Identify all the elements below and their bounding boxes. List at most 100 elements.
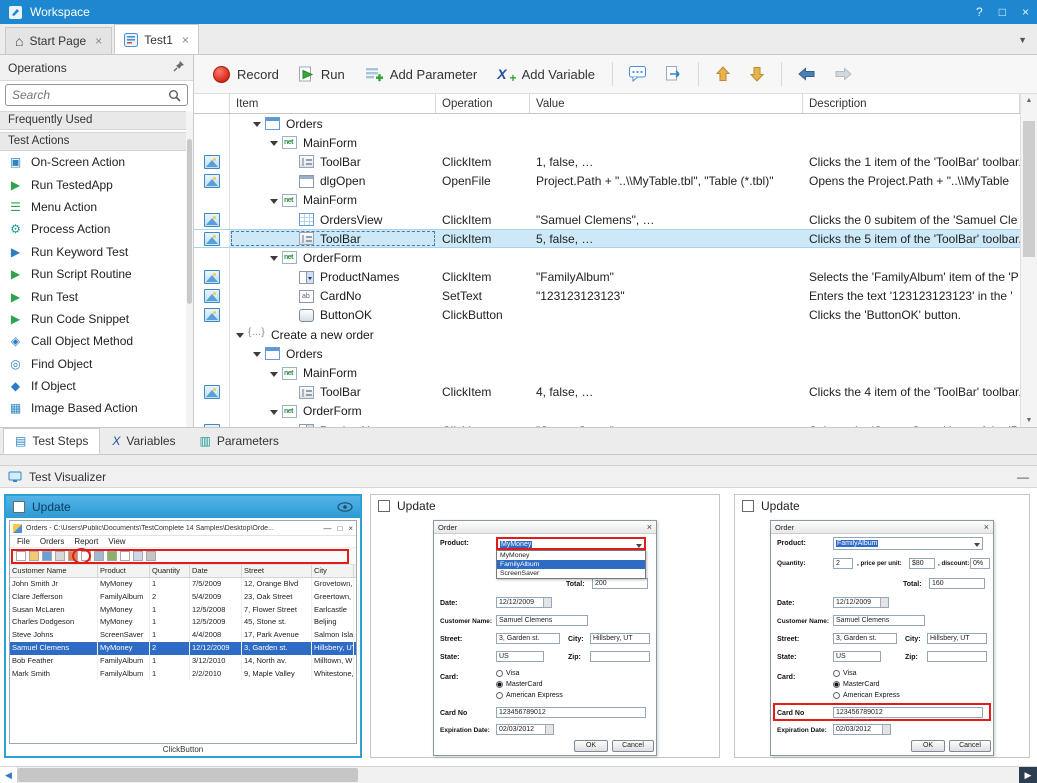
sidebar-item-run-keyword-test[interactable]: ▶Run Keyword Test [0,241,193,263]
close-tab-icon[interactable]: × [182,33,189,47]
test-step-row[interactable]: MainForm [194,133,1020,152]
search-input[interactable] [12,88,168,102]
expand-arrow-icon[interactable] [251,117,265,130]
help-icon[interactable]: ? [976,5,983,19]
sidebar-item-on-screen-action[interactable]: ▣On-Screen Action [0,151,193,173]
scroll-left-icon[interactable]: ◀ [0,767,18,783]
scrollbar-thumb[interactable] [18,768,358,782]
scroll-right-icon[interactable]: ▶ [1019,767,1037,783]
visualizer-frame-order-dialog-2[interactable]: Update Order×Product:FamilyAlbumQuantity… [734,494,1030,758]
expand-arrow-icon[interactable] [234,328,248,341]
sidebar-item-menu-action[interactable]: ☰Menu Action [0,196,193,218]
order-dialog-thumbnail-area[interactable]: Order×Product:MyMoneyMyMoneyFamilyAlbumS… [371,517,719,757]
visualizer-image-icon[interactable] [204,270,220,284]
sidebar-item-run-test[interactable]: ▶Run Test [0,285,193,307]
test-step-row[interactable]: Orders [194,114,1020,133]
orders-app-thumbnail[interactable]: Orders - C:\Users\Public\Documents\TestC… [9,520,357,744]
mini-menu-file[interactable]: File [12,536,35,547]
expand-arrow-icon[interactable] [268,194,282,207]
sidebar-scrollbar[interactable] [186,111,193,427]
pin-icon[interactable] [173,60,185,75]
restore-icon[interactable]: □ [999,5,1006,19]
test-step-row[interactable]: ProductNamesClickItem"ScreenSaver"Select… [194,421,1020,427]
group-frequently-used[interactable]: Frequently Used [0,111,193,130]
move-up-button[interactable] [709,62,737,86]
mini-menu-report[interactable]: Report [69,536,103,547]
tab-test1[interactable]: Test1 × [114,24,199,54]
mini-menu-view[interactable]: View [103,536,130,547]
bottom-tab-parameters[interactable]: ▥Parameters [188,428,291,454]
visualizer-image-icon[interactable] [204,155,220,169]
scroll-down-icon[interactable]: ▼ [1021,417,1037,424]
sidebar-item-run-script-routine[interactable]: ▶Run Script Routine [0,263,193,285]
scrollbar-thumb[interactable] [187,139,192,303]
close-icon[interactable]: × [1022,5,1029,19]
tab-start-page[interactable]: ⌂ Start Page × [5,27,112,54]
expand-arrow-icon[interactable] [268,405,282,418]
mini-menu-orders[interactable]: Orders [35,536,69,547]
panel-splitter[interactable] [0,455,1037,466]
export-step-button[interactable] [660,62,688,86]
column-header-value[interactable]: Value [530,94,803,113]
comment-button[interactable] [623,62,654,86]
visualizer-image-icon[interactable] [204,174,220,188]
add-variable-button[interactable]: X Add Variable [490,62,602,86]
test-step-row[interactable]: ToolBarClickItem5, false, …Clicks the 5 … [194,229,1020,248]
test-step-row[interactable]: ToolBarClickItem4, false, …Clicks the 4 … [194,383,1020,402]
sidebar-item-image-based-action[interactable]: ▦Image Based Action [0,397,193,419]
sidebar-item-call-object-method[interactable]: ◈Call Object Method [0,330,193,352]
test-step-row[interactable]: ButtonOKClickButtonClicks the 'ButtonOK'… [194,306,1020,325]
test-step-row[interactable]: OrderForm [194,402,1020,421]
expand-arrow-icon[interactable] [268,251,282,264]
scrollbar-thumb[interactable] [1023,121,1035,257]
eye-icon[interactable] [337,502,353,512]
test-step-row[interactable]: Create a new order [194,325,1020,344]
grid-vertical-scrollbar[interactable]: ▲ ▼ [1020,94,1037,427]
visualizer-image-icon[interactable] [204,289,220,303]
close-tab-icon[interactable]: × [95,34,102,48]
expand-arrow-icon[interactable] [268,367,282,380]
sidebar-item-if-object[interactable]: ◆If Object [0,375,193,397]
update-checkbox[interactable] [378,500,390,512]
update-checkbox[interactable] [13,501,25,513]
scroll-up-icon[interactable]: ▲ [1021,97,1037,104]
visualizer-frame-order-dialog-1[interactable]: Update Order×Product:MyMoneyMyMoneyFamil… [370,494,720,758]
sidebar-item-run-code-snippet[interactable]: ▶Run Code Snippet [0,308,193,330]
visualizer-image-icon[interactable] [204,385,220,399]
expand-arrow-icon[interactable] [251,347,265,360]
test-step-row[interactable]: CardNoSetText"123123123123"Enters the te… [194,287,1020,306]
search-icon[interactable] [168,89,181,102]
run-button[interactable]: Run [292,62,352,87]
visualizer-horizontal-scrollbar[interactable]: ◀ ▶ [0,766,1037,783]
minimize-icon[interactable]: — [1017,470,1029,484]
group-test-actions[interactable]: Test Actions [0,132,193,151]
record-button[interactable]: Record [206,62,286,87]
test-step-row[interactable]: MainForm [194,191,1020,210]
expand-arrow-icon[interactable] [268,136,282,149]
add-parameter-button[interactable]: Add Parameter [358,62,484,86]
move-down-button[interactable] [743,62,771,86]
visualizer-image-icon[interactable] [204,308,220,322]
sidebar-item-process-action[interactable]: ⚙Process Action [0,218,193,240]
test-step-row[interactable]: OrderForm [194,248,1020,267]
bottom-tab-test-steps[interactable]: ▤Test Steps [3,428,100,454]
test-step-row[interactable]: ToolBarClickItem1, false, …Clicks the 1 … [194,152,1020,171]
sidebar-item-find-object[interactable]: ◎Find Object [0,353,193,375]
update-checkbox[interactable] [742,500,754,512]
test-step-row[interactable]: ProductNamesClickItem"FamilyAlbum"Select… [194,268,1020,287]
visualizer-frame-orders[interactable]: Update Orders - C:\Users\Public\Document… [4,494,362,758]
column-header-description[interactable]: Description [803,94,1020,113]
column-header-item[interactable]: Item [230,94,436,113]
test-step-row[interactable]: Orders [194,344,1020,363]
tab-list-dropdown-icon[interactable]: ▼ [1018,35,1027,45]
column-header-operation[interactable]: Operation [436,94,530,113]
order-dialog-thumbnail-area[interactable]: Order×Product:FamilyAlbumQuantity:2, pri… [735,517,1029,757]
visualizer-image-icon[interactable] [204,213,220,227]
indent-button[interactable] [828,63,858,85]
visualizer-image-icon[interactable] [204,232,220,246]
sidebar-item-run-testedapp[interactable]: ▶Run TestedApp [0,173,193,195]
test-step-row[interactable]: dlgOpenOpenFileProject.Path + "..\\MyTab… [194,172,1020,191]
bottom-tab-variables[interactable]: XVariables [100,428,187,454]
outdent-button[interactable] [792,63,822,85]
test-step-row[interactable]: OrdersViewClickItem"Samuel Clemens", …Cl… [194,210,1020,229]
